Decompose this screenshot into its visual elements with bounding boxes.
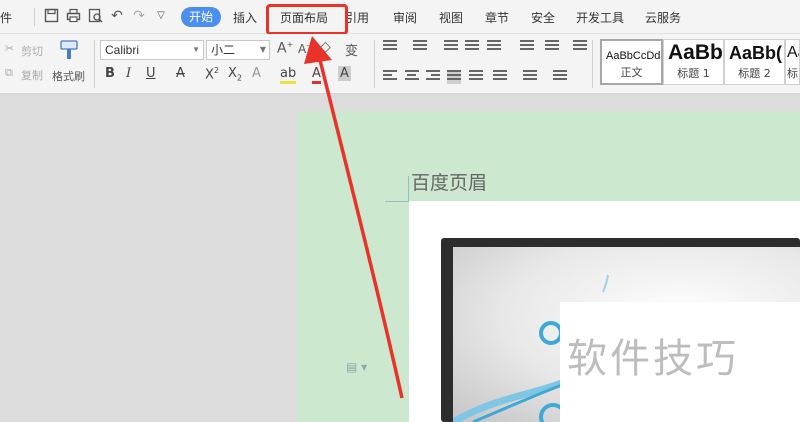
clear-format-icon[interactable]: ◇	[320, 39, 331, 55]
align-center-icon[interactable]	[405, 70, 419, 84]
tab-insert[interactable]: 插入	[233, 9, 257, 26]
divider	[374, 40, 375, 88]
superscript-icon[interactable]: X2	[205, 66, 219, 82]
style-name: 正文	[620, 66, 643, 79]
style-name: 标	[787, 67, 798, 80]
align-right-icon[interactable]	[426, 70, 440, 84]
style-sample: AaBb(	[729, 43, 782, 63]
margin-mark	[385, 201, 409, 202]
underline-icon[interactable]: U	[146, 66, 156, 81]
redo-icon[interactable]: ↷	[131, 8, 147, 24]
cut-label[interactable]: 剪切	[21, 43, 43, 59]
tab-sections[interactable]: 章节	[485, 9, 509, 26]
show-marks-icon[interactable]	[545, 40, 559, 54]
italic-icon[interactable]: I	[126, 66, 131, 81]
tab-cloud-services[interactable]: 云服务	[645, 9, 681, 26]
decrease-indent-icon[interactable]	[444, 40, 458, 54]
numbering-icon[interactable]	[413, 40, 427, 54]
copy-label[interactable]: 复制	[21, 67, 43, 83]
save-icon[interactable]	[43, 8, 59, 24]
font-color-icon[interactable]: A	[312, 66, 321, 84]
justify-icon[interactable]	[447, 70, 461, 84]
style-normal[interactable]: AaBbCcDd 正文	[600, 39, 663, 85]
style-name: 标题 2	[738, 67, 771, 80]
paste-options-icon[interactable]: ▤ ▾	[346, 360, 367, 374]
menu-file[interactable]: 件	[0, 9, 12, 26]
align-left-icon[interactable]	[383, 70, 397, 84]
highlight-annotation	[266, 4, 348, 35]
format-painter-icon[interactable]	[58, 39, 80, 64]
phonetic-guide-icon[interactable]: 变	[345, 40, 358, 59]
style-name: 标题 1	[677, 67, 710, 80]
sort-icon[interactable]	[520, 40, 534, 54]
divider	[34, 8, 35, 26]
distributed-icon[interactable]	[469, 70, 483, 84]
bold-icon[interactable]: B	[105, 66, 115, 81]
menu-bar: 件 ↶ ↷ ▽ 开始 插入 页面布局 引用 审阅 视图 章节 安全 开发工具 云…	[0, 0, 800, 34]
tab-view[interactable]: 视图	[439, 9, 463, 26]
watermark-text: 软件技巧	[567, 336, 739, 382]
chevron-down-icon: ▼	[259, 45, 266, 54]
print-icon[interactable]	[65, 8, 81, 24]
style-sample: Aa	[787, 44, 799, 61]
styles-gallery: AaBbCcDd 正文 AaBb 标题 1 AaBb( 标题 2 Aa 标	[600, 39, 800, 89]
margin-mark	[408, 176, 409, 201]
font-size-select[interactable]: 小二 ▼	[206, 40, 270, 60]
borders-icon[interactable]	[573, 40, 587, 54]
cut-icon[interactable]: ✂	[5, 42, 14, 55]
style-sample: AaBb	[668, 41, 723, 64]
chinese-layout-icon[interactable]	[487, 40, 501, 54]
style-heading-3[interactable]: Aa 标	[785, 39, 800, 85]
strikethrough-icon[interactable]: A	[176, 66, 185, 81]
page-header-text[interactable]: 百度页眉	[411, 168, 487, 195]
text-effect-icon[interactable]: A	[252, 66, 261, 81]
tab-developer[interactable]: 开发工具	[576, 9, 624, 26]
subscript-icon[interactable]: X2	[228, 66, 242, 83]
copy-icon[interactable]: ⧉	[5, 66, 13, 80]
grow-font-icon[interactable]: A+	[277, 40, 293, 57]
table-borders-icon[interactable]	[553, 70, 567, 84]
chevron-down-icon: ▼	[192, 45, 200, 54]
divider	[94, 40, 95, 88]
tab-home[interactable]: 开始	[181, 7, 221, 27]
style-heading-2[interactable]: AaBb( 标题 2	[724, 39, 785, 85]
bullets-icon[interactable]	[383, 40, 397, 54]
character-shading-icon[interactable]: A	[338, 66, 351, 81]
font-size-value: 小二	[211, 43, 236, 57]
line-spacing-icon[interactable]	[493, 70, 507, 84]
customize-toolbar-icon[interactable]: ▽	[153, 8, 169, 24]
divider	[592, 40, 593, 88]
increase-indent-icon[interactable]	[465, 40, 479, 54]
ribbon: ✂ 剪切 ⧉ 复制 格式刷 Calibri ▼ 小二 ▼ A+ A- ◇ 变 B…	[0, 34, 800, 94]
font-name-select[interactable]: Calibri ▼	[100, 40, 204, 60]
font-name-value: Calibri	[105, 43, 140, 57]
tab-review[interactable]: 审阅	[393, 9, 417, 26]
undo-icon[interactable]: ↶	[109, 8, 125, 24]
highlight-color-icon[interactable]: ab	[280, 66, 297, 84]
shading-icon[interactable]	[523, 70, 537, 84]
style-sample: AaBbCcDd	[606, 50, 661, 62]
style-heading-1[interactable]: AaBb 标题 1	[663, 39, 724, 85]
shrink-font-icon[interactable]: A-	[298, 41, 309, 56]
tab-security[interactable]: 安全	[531, 9, 555, 26]
print-preview-icon[interactable]	[87, 8, 103, 24]
format-painter-label[interactable]: 格式刷	[52, 68, 85, 84]
tab-references[interactable]: 引用	[345, 9, 369, 26]
